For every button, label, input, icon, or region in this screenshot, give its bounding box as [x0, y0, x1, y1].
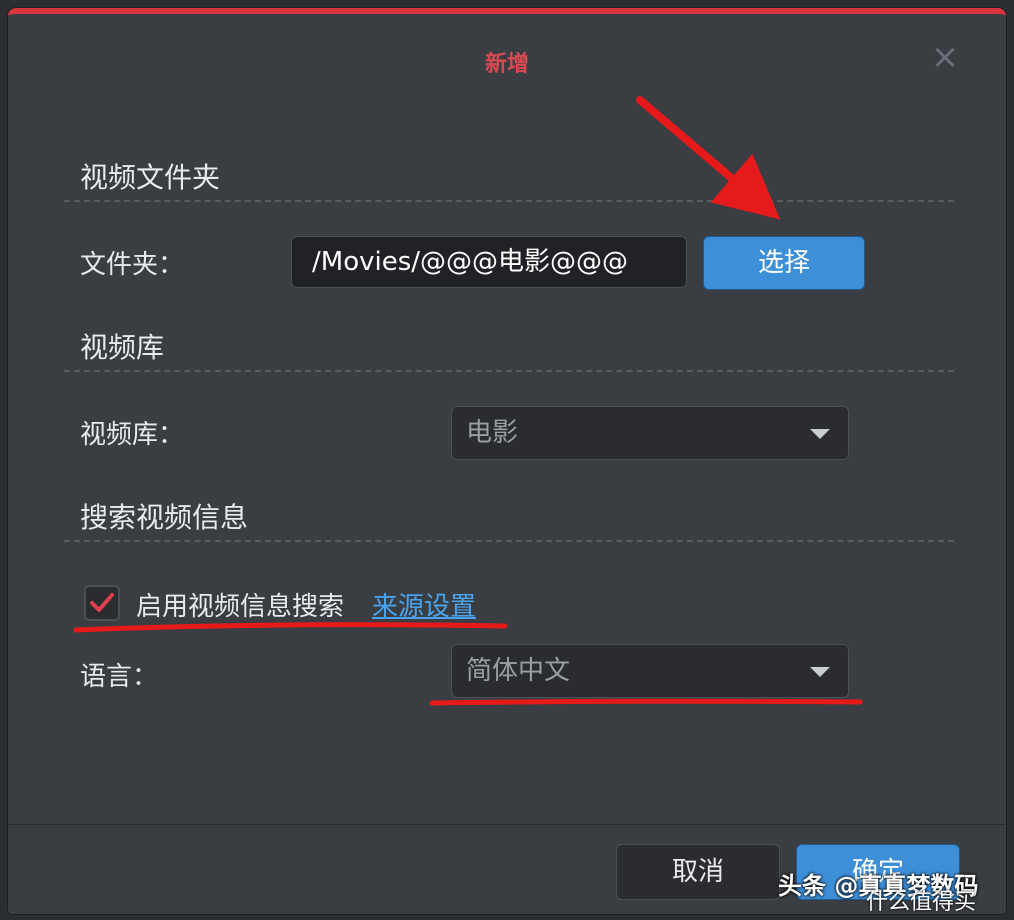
folder-section-heading: 视频文件夹: [80, 161, 221, 194]
chevron-down-icon: [810, 667, 830, 677]
watermark-text-secondary: 什么值得买: [866, 890, 977, 915]
search-section-heading: 搜索视频信息: [80, 501, 249, 534]
library-label: 视频库：: [80, 420, 185, 450]
enable-search-checkbox[interactable]: [84, 585, 120, 621]
add-dialog: 新增 × 视频文件夹 文件夹： /Movies/@@@电影@@@ 选择 视频库 …: [8, 8, 1006, 914]
enable-search-label: 启用视频信息搜索: [136, 592, 345, 622]
folder-label: 文件夹：: [80, 250, 185, 280]
chevron-down-icon: [810, 429, 830, 439]
library-section-divider: [64, 370, 954, 372]
close-icon[interactable]: ×: [930, 40, 960, 74]
source-settings-link[interactable]: 来源设置: [372, 586, 476, 623]
library-select-value: 电影: [466, 418, 519, 448]
checkmark-icon: [90, 593, 114, 612]
choose-folder-button[interactable]: 选择: [703, 236, 865, 290]
search-section-divider: [64, 540, 954, 542]
language-select-value: 简体中文: [466, 656, 571, 686]
folder-section-divider: [64, 200, 954, 202]
cancel-button[interactable]: 取消: [616, 844, 780, 900]
library-section-heading: 视频库: [80, 331, 165, 364]
library-select[interactable]: 电影: [451, 406, 849, 460]
language-label: 语言：: [80, 662, 159, 692]
dialog-title: 新增: [484, 52, 529, 77]
language-select[interactable]: 简体中文: [451, 644, 849, 698]
folder-path-input[interactable]: /Movies/@@@电影@@@: [291, 236, 687, 288]
footer-divider: [8, 824, 1006, 825]
